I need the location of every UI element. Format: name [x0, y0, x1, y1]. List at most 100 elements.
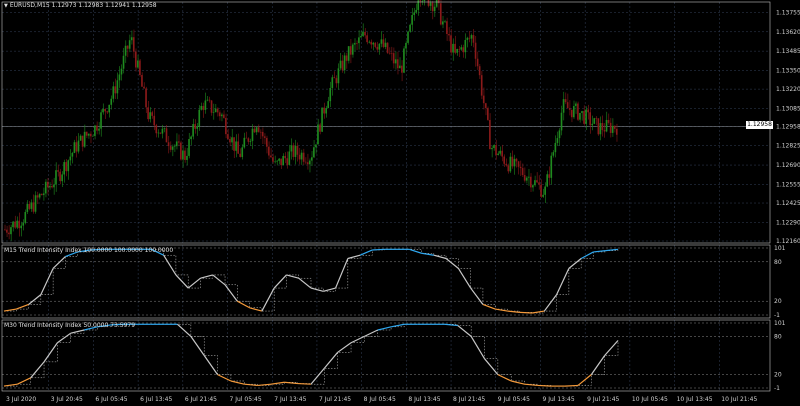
- candle-body: [210, 100, 213, 113]
- axes: 3 Jul 2020 3 Jul 20:45 6 Jul 05:45 6 Jul 13…: [1, 1, 800, 403]
- candle-body: [229, 138, 231, 143]
- candle-body: [167, 142, 170, 147]
- tii-segment: [577, 374, 592, 386]
- tii-segment: [482, 303, 496, 310]
- candle-body: [505, 163, 508, 166]
- candle-body: [32, 202, 35, 212]
- candle-body: [112, 86, 115, 99]
- tii-segment: [40, 268, 54, 295]
- tii-segment: [337, 342, 352, 353]
- candle-body: [83, 131, 86, 147]
- candle-body: [81, 135, 84, 147]
- candle-body: [435, 0, 438, 7]
- candle-body: [384, 42, 387, 47]
- candle-body: [161, 128, 164, 134]
- candle-body: [294, 145, 297, 157]
- candle-body: [548, 174, 551, 178]
- tii-segment: [470, 336, 486, 359]
- candle-body: [253, 128, 256, 133]
- tii-segment: [70, 329, 85, 334]
- candle-body: [405, 42, 407, 49]
- tii-segment: [531, 310, 545, 314]
- tii-segment: [495, 308, 508, 312]
- candle-body: [169, 146, 172, 150]
- candle-body: [300, 152, 303, 160]
- candle-body: [613, 125, 616, 129]
- tii-segment: [497, 374, 512, 382]
- candle-body: [454, 43, 456, 53]
- level-label: -1: [774, 312, 780, 319]
- candle-body: [374, 42, 377, 47]
- candle-body: [239, 153, 242, 157]
- candle-body: [356, 43, 358, 44]
- tii-segment: [347, 254, 361, 260]
- candle-body: [16, 220, 18, 228]
- candle-body: [470, 35, 473, 39]
- candle-body: [550, 155, 553, 178]
- candle-body: [186, 155, 188, 160]
- candle-body: [40, 194, 43, 196]
- candle-body: [386, 42, 389, 53]
- candle-body: [49, 185, 51, 188]
- candle-body: [214, 108, 217, 113]
- candle-body: [464, 39, 467, 53]
- candle-body: [568, 108, 571, 110]
- tii-segment: [224, 284, 238, 302]
- time-label: 9 Jul 13:45: [542, 396, 574, 403]
- candle-body: [6, 229, 8, 233]
- candle-body: [14, 221, 16, 228]
- tii-segment: [537, 384, 552, 387]
- candle-body: [609, 122, 612, 133]
- candle-body: [431, 2, 434, 12]
- tii-segment: [270, 381, 285, 385]
- tii-segment: [580, 251, 594, 260]
- candle-body: [198, 109, 201, 127]
- candle-body: [218, 112, 221, 117]
- candle-body: [296, 145, 299, 155]
- level-label: -1: [774, 385, 780, 392]
- candle-body: [227, 134, 229, 139]
- candle-body: [100, 112, 102, 129]
- candle-body: [360, 36, 362, 38]
- candle-body: [36, 195, 39, 198]
- candle-body: [474, 42, 477, 59]
- time-label: 7 Jul 05:45: [230, 396, 262, 403]
- candle-body: [75, 142, 78, 152]
- candle-body: [399, 65, 401, 69]
- candle-body: [141, 75, 143, 87]
- candle-body: [243, 137, 246, 148]
- candle-body: [180, 142, 182, 160]
- candle-body: [521, 168, 524, 176]
- candle-body: [130, 37, 133, 41]
- time-label: 10 Jul 13:45: [677, 396, 713, 403]
- level-label: 20: [774, 372, 782, 379]
- time-label: 7 Jul 13:45: [274, 396, 306, 403]
- candle-body: [511, 156, 514, 167]
- candle-body: [458, 48, 461, 50]
- candle-body: [259, 131, 262, 133]
- candle-body: [235, 141, 237, 151]
- candle-body: [308, 160, 311, 165]
- candle-body: [315, 144, 317, 148]
- tii-segment: [17, 377, 31, 385]
- candle-body: [499, 150, 501, 154]
- candle-body: [206, 99, 209, 101]
- candle-body: [276, 160, 278, 162]
- tii-segment: [43, 342, 58, 363]
- candle-body: [171, 146, 174, 150]
- time-label: 8 Jul 05:45: [364, 396, 396, 403]
- tii-segment: [457, 325, 472, 337]
- candle-body: [388, 52, 391, 54]
- candle-body: [44, 181, 47, 194]
- candle-body: [122, 55, 125, 69]
- candle-body: [605, 119, 608, 132]
- dropdown-triangle-icon[interactable]: ▼: [4, 3, 8, 9]
- tii-segment: [524, 383, 538, 387]
- candle-body: [513, 158, 516, 167]
- candle-body: [480, 75, 483, 96]
- candle-body: [280, 158, 282, 166]
- time-label: 9 Jul 21:45: [587, 396, 619, 403]
- tii-segment: [3, 383, 18, 387]
- candle-body: [335, 78, 338, 84]
- candle-body: [366, 35, 368, 43]
